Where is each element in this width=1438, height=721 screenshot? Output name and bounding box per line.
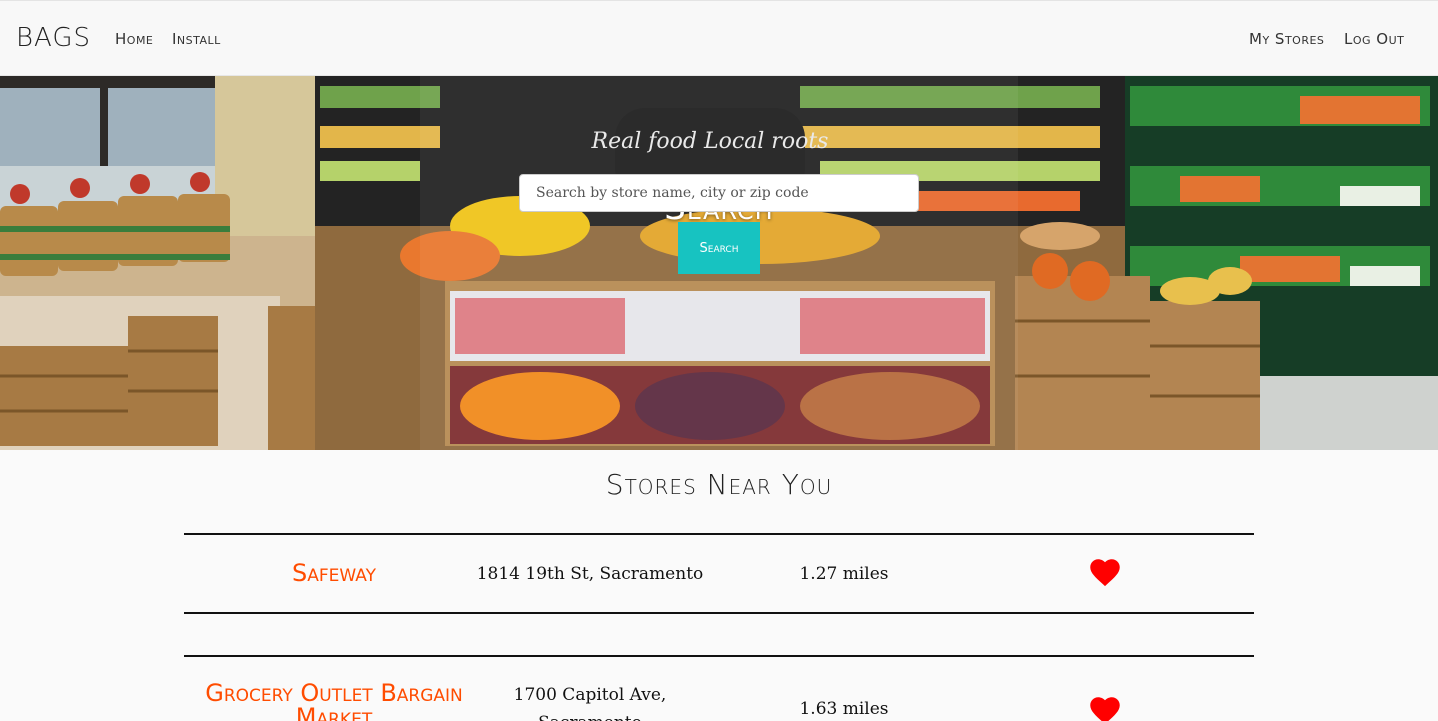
store-row[interactable]: Grocery Outlet Bargain Market 1700 Capit… [184, 655, 1254, 721]
store-address: 1814 19th St, Sacramento [476, 564, 704, 584]
heart-icon[interactable] [1090, 697, 1120, 721]
store-distance: 1.27 miles [799, 564, 889, 584]
search-button[interactable]: Search [678, 222, 760, 274]
heart-icon[interactable] [1090, 559, 1120, 587]
nav-link-log-out[interactable]: Log Out [1344, 30, 1404, 48]
store-distance: 1.63 miles [799, 699, 889, 719]
store-name[interactable]: Grocery Outlet Bargain Market [184, 681, 484, 721]
nav-link-my-stores[interactable]: My Stores [1249, 30, 1324, 48]
store-address: 1700 Capitol Ave, Sacramento [513, 685, 667, 721]
navbar: BAGS Home Install My Stores Log Out [0, 0, 1438, 76]
brand-logo[interactable]: BAGS [16, 23, 91, 53]
nav-link-install[interactable]: Install [172, 30, 221, 48]
store-search-input[interactable] [519, 174, 919, 212]
store-name[interactable]: Safeway [184, 561, 484, 585]
store-row[interactable]: Safeway 1814 19th St, Sacramento 1.27 mi… [184, 533, 1254, 614]
stores-near-you-heading: Stores Near You [605, 468, 833, 501]
nav-link-home[interactable]: Home [115, 30, 153, 48]
